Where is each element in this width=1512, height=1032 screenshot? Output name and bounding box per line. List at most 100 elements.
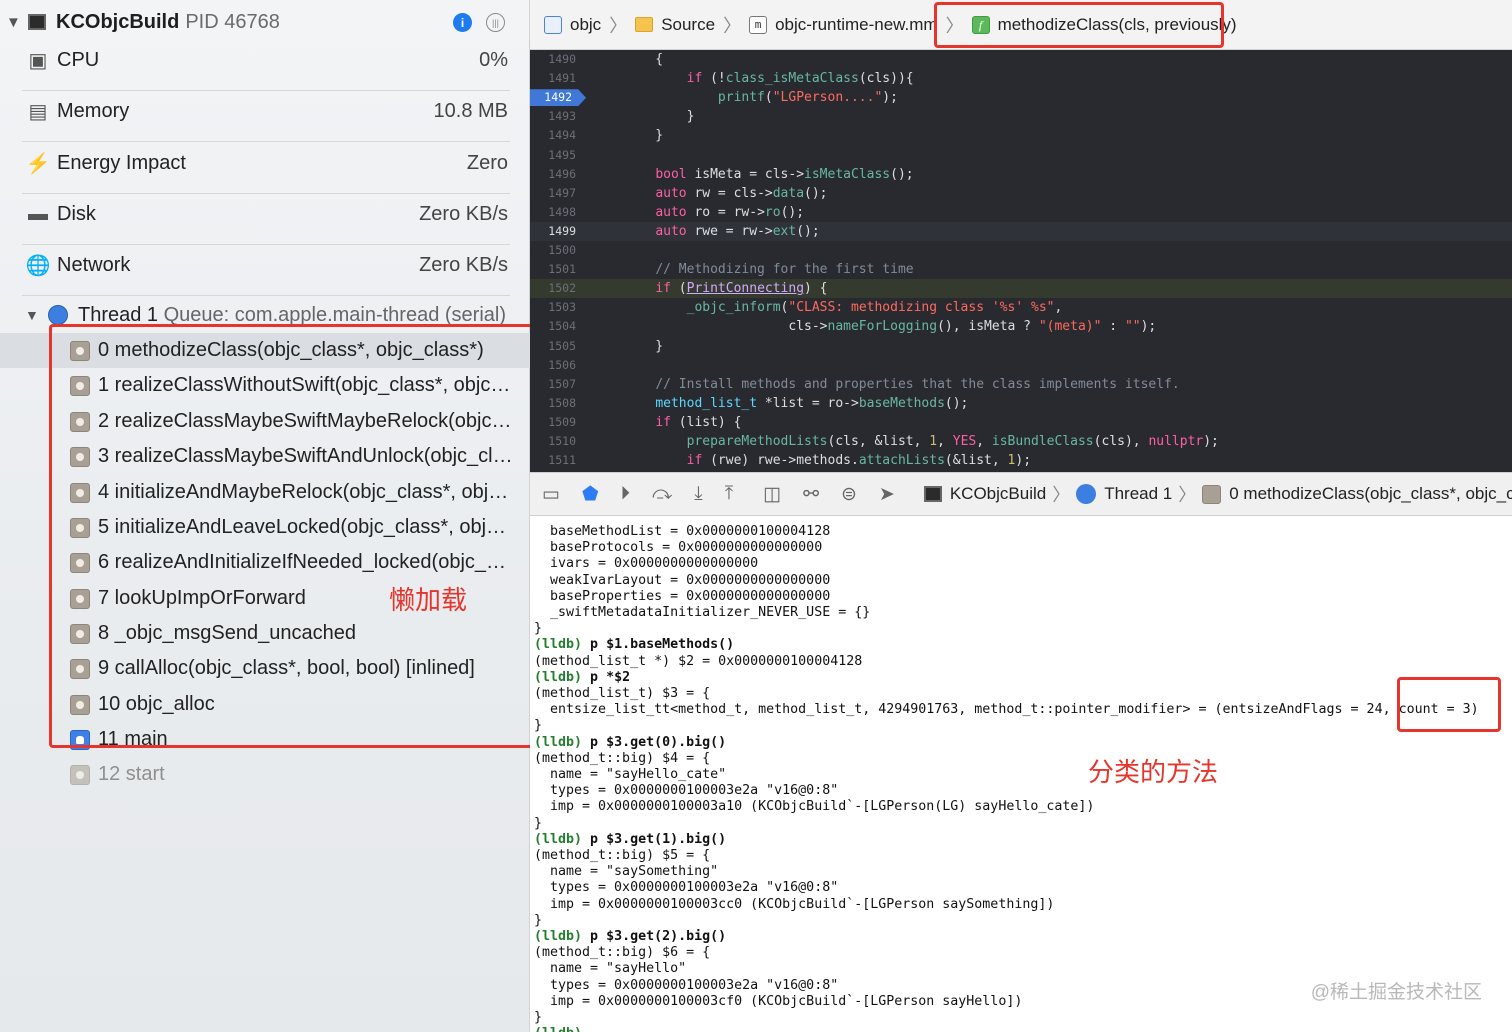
console-output-line: baseProtocols = 0x0000000000000000	[534, 540, 823, 556]
code-line[interactable]: 1507 // Install methods and properties t…	[530, 375, 1512, 394]
code-text: _objc_inform("CLASS: methodizing class '…	[686, 300, 1063, 316]
source-file-icon: m	[749, 15, 768, 34]
stack-frame[interactable]: 9 callAlloc(objc_class*, bool, bool) [in…	[0, 651, 530, 686]
line-number: 1510	[548, 434, 576, 448]
line-number: 1511	[548, 453, 576, 468]
line-number: 1495	[548, 147, 576, 162]
code-line[interactable]: 1491 if (!class_isMetaClass(cls)){	[530, 69, 1512, 88]
stack-frame[interactable]: 8 _objc_msgSend_uncached	[0, 616, 530, 651]
lldb-console[interactable]: baseMethodList = 0x0000000100004128 base…	[530, 516, 1512, 1032]
disclosure-triangle-icon[interactable]: ▼	[25, 307, 39, 323]
frame-label: 5 initializeAndLeaveLocked(objc_class*, …	[98, 516, 516, 538]
code-text: }	[624, 338, 664, 354]
frame-label: 9 callAlloc(objc_class*, bool, bool) [in…	[98, 657, 475, 679]
environment-overrides-icon[interactable]: ⊜	[841, 482, 857, 506]
process-row[interactable]: ▼ KCObjcBuild PID 46768 i |||	[0, 6, 530, 38]
line-number: 1503	[548, 300, 576, 315]
console-output-line: types = 0x0000000100003e2a "v16@0:8"	[534, 783, 839, 799]
code-line[interactable]: 1495	[530, 146, 1512, 165]
debug-bar-thread[interactable]: Thread 1	[1076, 484, 1172, 504]
hide-debug-area-icon[interactable]: ▭	[542, 482, 560, 506]
code-line[interactable]: 1505 }	[530, 337, 1512, 356]
step-out-icon[interactable]: ⤒	[725, 482, 733, 506]
code-text: method_list_t *list = ro->baseMethods();	[655, 395, 969, 411]
continue-icon[interactable]: ⏵	[620, 482, 630, 506]
code-line[interactable]: 1504 cls->nameForLogging(), isMeta ? "(m…	[530, 317, 1512, 336]
thread-row[interactable]: ▼ Thread 1 Queue: com.apple.main-thread …	[0, 298, 530, 332]
code-line[interactable]: 1511 if (rwe) rwe->methods.attachLists(&…	[530, 451, 1512, 470]
gauge-disk[interactable]: ▬ Disk Zero KB/s	[0, 194, 530, 234]
memory-graph-icon[interactable]: ⚯	[803, 482, 819, 506]
console-output-line: weakIvarLayout = 0x0000000000000000	[534, 572, 831, 588]
code-line[interactable]: 1497 auto rw = cls->data();	[530, 184, 1512, 203]
frame-icon	[70, 552, 90, 573]
gauge-label: Energy Impact	[57, 151, 186, 174]
code-line[interactable]: 1510 prepareMethodLists(cls, &list, 1, Y…	[530, 432, 1512, 451]
frame-icon	[70, 375, 90, 396]
code-line[interactable]: 1499 auto rwe = rw->ext();	[530, 221, 1512, 241]
stack-frame[interactable]: 12 start	[0, 757, 530, 792]
breakpoints-toggle-icon[interactable]: ⬟	[582, 482, 599, 506]
code-line[interactable]: 1494 }	[530, 126, 1512, 145]
jump-bar-function[interactable]: f methodizeClass(cls, previously)	[971, 15, 1237, 35]
stack-frame[interactable]: 5 initializeAndLeaveLocked(objc_class*, …	[0, 510, 530, 545]
code-line[interactable]: 1502 if (PrintConnecting) {	[530, 279, 1512, 299]
console-command-line: (lldb) p $3.get(0).big()	[534, 734, 727, 750]
stack-frame[interactable]: 11 main	[0, 722, 530, 757]
console-output-line: name = "sayHello"	[534, 961, 687, 977]
jump-bar-project[interactable]: objc	[544, 15, 601, 35]
console-output-line: }	[534, 1010, 543, 1025]
stack-frame[interactable]: 1 realizeClassWithoutSwift(objc_class*, …	[0, 368, 530, 403]
line-number: 1500	[548, 243, 576, 257]
step-over-icon[interactable]: ⤼	[652, 482, 672, 506]
stack-frame[interactable]: 2 realizeClassMaybeSwiftMaybeRelock(objc…	[0, 404, 530, 439]
gauge-value: 10.8 MB	[433, 99, 508, 122]
frame-label: 4 initializeAndMaybeRelock(objc_class*, …	[98, 481, 516, 503]
code-line[interactable]: 1493 }	[530, 107, 1512, 126]
gauge-label: Memory	[57, 99, 130, 122]
simulate-location-icon[interactable]: ➤	[879, 482, 895, 506]
code-line[interactable]: 1503 _objc_inform("CLASS: methodizing cl…	[530, 298, 1512, 317]
console-command-line: (lldb) p $3.get(1).big()	[534, 831, 727, 847]
code-line[interactable]: 1492 printf("LGPerson....");	[530, 88, 1512, 107]
disclosure-triangle-icon[interactable]: ▼	[6, 14, 21, 31]
jump-bar-file[interactable]: m objc-runtime-new.mm	[749, 15, 938, 35]
frame-label: 12 start	[98, 763, 165, 785]
console-output-line: types = 0x0000000100003e2a "v16@0:8"	[534, 880, 839, 896]
info-icon[interactable]: i	[453, 13, 472, 32]
code-line[interactable]: 1506	[530, 356, 1512, 375]
debug-bar-process[interactable]: KCObjcBuild	[923, 484, 1046, 504]
stack-frame[interactable]: 10 objc_alloc	[0, 687, 530, 722]
breakpoint-marker[interactable]: 1492	[530, 89, 586, 107]
step-into-icon[interactable]: ⤓	[694, 482, 702, 506]
line-number: 1509	[548, 414, 576, 429]
debug-bar-frame[interactable]: 0 methodizeClass(objc_class*, objc_class…	[1202, 484, 1512, 504]
gauge-memory[interactable]: ▤ Memory 10.8 MB	[0, 91, 530, 131]
threads-icon[interactable]: |||	[486, 13, 505, 32]
frame-label: 10 objc_alloc	[98, 693, 215, 715]
stack-frame[interactable]: 6 realizeAndInitializeIfNeeded_locked(ob…	[0, 545, 530, 580]
frame-label: 2 realizeClassMaybeSwiftMaybeRelock(objc…	[98, 410, 516, 432]
stack-frame[interactable]: 4 initializeAndMaybeRelock(objc_class*, …	[0, 475, 530, 510]
source-editor[interactable]: 1490 {1491 if (!class_isMetaClass(cls)){…	[530, 50, 1512, 472]
code-line[interactable]: 1496 bool isMeta = cls->isMetaClass();	[530, 165, 1512, 184]
code-line[interactable]: 1508 method_list_t *list = ro->baseMetho…	[530, 394, 1512, 413]
process-name: KCObjcBuild	[56, 10, 180, 33]
stack-frame[interactable]: 3 realizeClassMaybeSwiftAndUnlock(objc_c…	[0, 439, 530, 474]
code-line[interactable]: 1500	[530, 241, 1512, 260]
code-line[interactable]: 1509 if (list) {	[530, 413, 1512, 432]
view-hierarchy-icon[interactable]: ◫	[763, 482, 781, 506]
code-line[interactable]: 1498 auto ro = rw->ro();	[530, 203, 1512, 222]
gauge-network[interactable]: 🌐 Network Zero KB/s	[0, 245, 530, 285]
gauge-energy[interactable]: ⚡ Energy Impact Zero	[0, 143, 530, 183]
stack-frame[interactable]: 0 methodizeClass(objc_class*, objc_class…	[0, 333, 530, 368]
jump-bar-folder[interactable]: Source	[635, 15, 715, 35]
line-number: 1505	[548, 338, 576, 353]
gauge-value: Zero KB/s	[419, 253, 508, 276]
code-line[interactable]: 1490 {	[530, 50, 1512, 69]
console-output-line: imp = 0x0000000100003a10 (KCObjcBuild`-[…	[534, 799, 1095, 815]
gauge-cpu[interactable]: ▣ CPU 0%	[0, 40, 530, 80]
code-line[interactable]: 1501 // Methodizing for the first time	[530, 260, 1512, 279]
line-number: 1508	[548, 395, 576, 410]
thread-icon	[48, 305, 68, 325]
